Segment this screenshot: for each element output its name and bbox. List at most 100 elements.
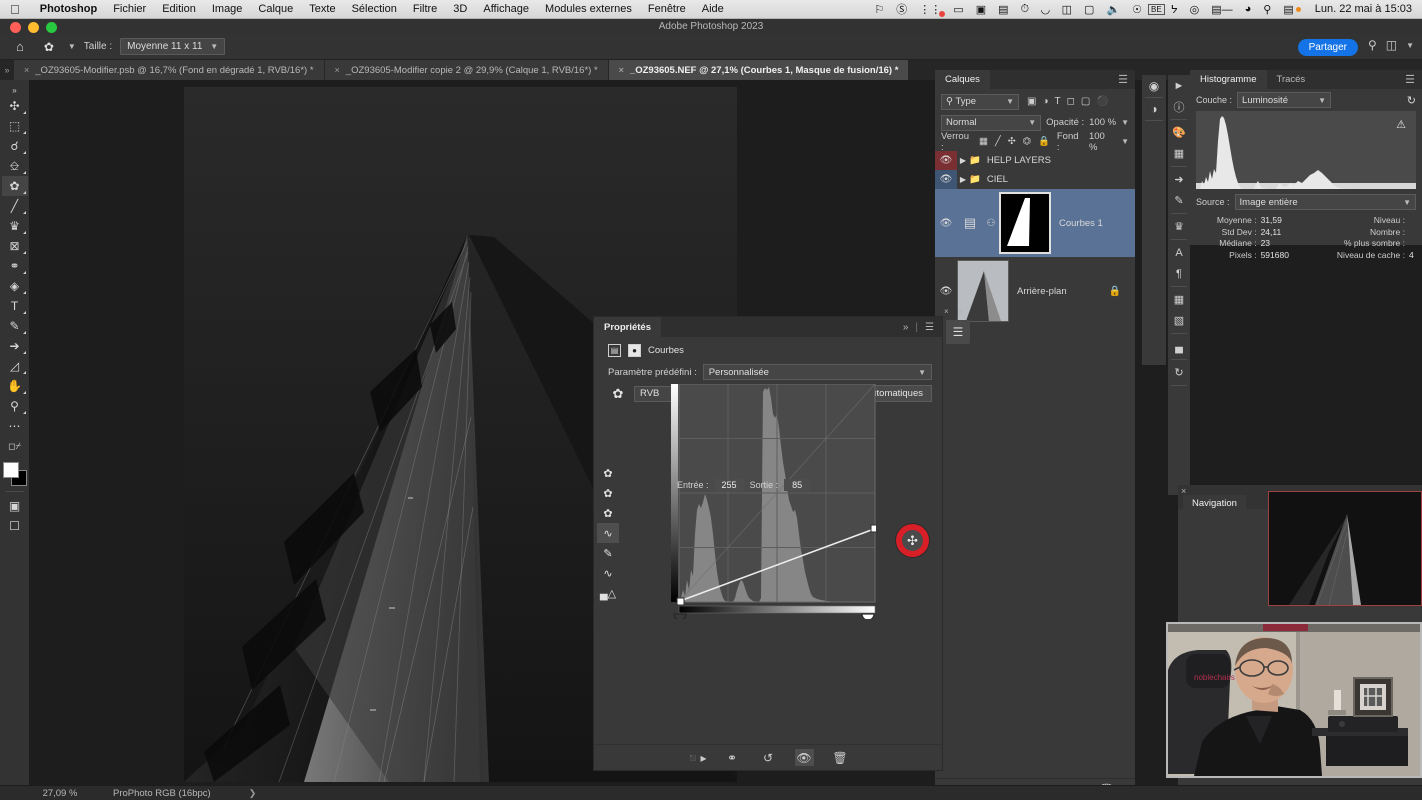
volume-icon[interactable]: 🔈: [1100, 3, 1126, 16]
smartobject-filter-icon[interactable]: ▢: [1081, 96, 1090, 107]
screenshot-icon[interactable]: ▣: [970, 3, 992, 16]
play-icon[interactable]: ►: [1168, 75, 1190, 96]
tab-calques[interactable]: Calques: [935, 70, 990, 89]
swap-colors-icon[interactable]: ◻⌿: [2, 436, 28, 456]
white-point-eyedropper-icon[interactable]: ✿: [597, 503, 619, 523]
gray-point-eyedropper-icon[interactable]: ✿: [597, 483, 619, 503]
eraser-icon[interactable]: ⊠: [2, 236, 28, 256]
navigator-thumbnail[interactable]: [1268, 491, 1422, 606]
document-tab-1[interactable]: × _OZ93605-Modifier.psb @ 16,7% (Fond en…: [14, 60, 325, 80]
chevron-down-icon[interactable]: ▼: [1121, 118, 1129, 127]
adjustment-filter-icon[interactable]: ◑: [1042, 96, 1048, 107]
histogram-icon[interactable]: ▄: [1168, 336, 1190, 357]
panel-menu-icon[interactable]: ☰: [1111, 70, 1135, 89]
curves-graph[interactable]: [671, 384, 876, 619]
menu-item-image[interactable]: Image: [204, 3, 251, 15]
color-wheel-icon[interactable]: ◉: [1142, 75, 1166, 97]
screen-mode-icon[interactable]: ☐: [2, 516, 28, 536]
zoom-icon[interactable]: ⚲: [2, 396, 28, 416]
menu-item-edition[interactable]: Edition: [154, 3, 204, 15]
cached-data-warning-icon[interactable]: ⚠: [1396, 118, 1406, 131]
actions-icon[interactable]: ➜: [1168, 169, 1190, 190]
hand-icon[interactable]: ✋: [2, 376, 28, 396]
tab-navigation[interactable]: Navigation: [1183, 495, 1246, 512]
window-controls[interactable]: [10, 22, 57, 33]
type-filter-icon[interactable]: T: [1055, 96, 1061, 107]
clone-stamp-icon[interactable]: ♛: [2, 216, 28, 236]
toggle-view-icon[interactable]: ⚭: [723, 749, 742, 766]
eye-icon[interactable]: 👁: [935, 286, 957, 297]
adjustments-presets-button[interactable]: ☰: [946, 320, 970, 344]
lock-transparency-icon[interactable]: ▦: [979, 136, 988, 147]
refresh-icon[interactable]: ↻: [1407, 94, 1416, 107]
workspace-icon[interactable]: ◫: [1386, 38, 1397, 52]
panel-menu-icon[interactable]: ☰: [925, 322, 934, 333]
info-icon[interactable]: ⓘ: [1168, 96, 1190, 117]
display-icon[interactable]: ▢: [1078, 3, 1100, 16]
close-icon[interactable]: ×: [335, 65, 340, 75]
menu-item-fichier[interactable]: Fichier: [105, 3, 154, 15]
curve-point-tool-icon[interactable]: ∿: [597, 523, 619, 543]
layer-row[interactable]: 👁 ▶ 📁 HELP LAYERS: [935, 151, 1135, 170]
controlcenter-icon[interactable]: ▤: [1277, 3, 1306, 16]
dnd-icon[interactable]: Ⓢ: [890, 1, 913, 17]
document-tab-3[interactable]: × _OZ93605.NEF @ 27,1% (Courbes 1, Masqu…: [608, 60, 910, 80]
paragraph-icon[interactable]: ¶: [1168, 263, 1190, 284]
close-icon[interactable]: ×: [944, 307, 949, 316]
bluetooth-icon[interactable]: ᔭ: [1165, 3, 1184, 16]
marquee-icon[interactable]: ⬚: [2, 116, 28, 136]
pencil-draw-curve-icon[interactable]: ✎: [597, 543, 619, 563]
lock-image-icon[interactable]: ╱: [995, 136, 1001, 147]
close-icon[interactable]: ×: [619, 65, 624, 75]
filter-type-select[interactable]: ⚲ Type ▼: [941, 93, 1019, 110]
eyedropper-icon[interactable]: ✿: [38, 38, 60, 56]
fill-value[interactable]: 100 %: [1089, 131, 1114, 153]
close-window-button[interactable]: [10, 22, 21, 33]
lock-position-icon[interactable]: ✣: [1008, 136, 1016, 147]
sample-size-select[interactable]: Moyenne 11 x 11 ▼: [120, 38, 226, 55]
share-button[interactable]: Partager: [1297, 39, 1358, 56]
quick-mask-icon[interactable]: ▣: [2, 496, 28, 516]
adjustments-icon[interactable]: ◑: [1142, 98, 1166, 120]
visibility-icon[interactable]: 👁: [794, 749, 814, 766]
color-swatches[interactable]: [2, 461, 28, 487]
opacity-value[interactable]: 100 %: [1089, 117, 1116, 128]
menu-bar-clock[interactable]: Lun. 22 mai à 15:03: [1307, 3, 1414, 15]
paint-bucket-icon[interactable]: ◈: [2, 276, 28, 296]
layer-row[interactable]: 👁 ▤ ⚇ Courbes 1: [935, 189, 1135, 257]
object-select-icon[interactable]: ⎒: [2, 156, 28, 176]
menu-item-selection[interactable]: Sélection: [344, 3, 405, 15]
binoculars-icon[interactable]: ◟◞: [1035, 3, 1056, 16]
curves-icon[interactable]: ▤: [608, 344, 621, 357]
double-chevron-icon[interactable]: »: [903, 322, 909, 333]
layer-thumbnail[interactable]: [957, 260, 1009, 322]
path-select-icon[interactable]: ➔: [2, 336, 28, 356]
link-mask-icon[interactable]: ⚇: [983, 218, 999, 229]
menu-item-fenetre[interactable]: Fenêtre: [640, 3, 694, 15]
smooth-curve-icon[interactable]: ∿: [597, 563, 619, 583]
menu-app-name[interactable]: Photoshop: [32, 3, 105, 15]
wifi-icon[interactable]: ◕: [1239, 3, 1258, 15]
menu-item-3d[interactable]: 3D: [445, 3, 475, 15]
toggle-filter-icon[interactable]: ⚫: [1096, 96, 1108, 107]
eye-icon[interactable]: 👁: [935, 151, 957, 170]
reset-icon[interactable]: ↺: [759, 749, 778, 766]
eye-icon[interactable]: 👁: [935, 170, 957, 189]
notes-icon[interactable]: ▦: [1168, 289, 1190, 310]
document-tab-2[interactable]: × _OZ93605-Modifier copie 2 @ 29,9% (Cal…: [324, 60, 609, 80]
layer-comps-icon[interactable]: ▧: [1168, 310, 1190, 331]
shape-filter-icon[interactable]: ◻: [1067, 96, 1075, 107]
preset-select[interactable]: Personnalisée ▼: [702, 364, 932, 380]
mask-icon[interactable]: ●: [628, 344, 641, 357]
blend-mode-select[interactable]: Normal ▼: [941, 114, 1042, 131]
menu-item-calque[interactable]: Calque: [250, 3, 301, 15]
swatches-icon[interactable]: 🎨: [1168, 122, 1190, 143]
screen-record-icon[interactable]: ▭: [947, 3, 969, 16]
menu-item-filtre[interactable]: Filtre: [405, 3, 445, 15]
minimize-window-button[interactable]: [28, 22, 39, 33]
notifications-icon[interactable]: ⋮⋮: [913, 3, 947, 17]
keyboard-layout-icon[interactable]: BE: [1148, 3, 1165, 15]
chevron-right-icon[interactable]: ❯: [211, 788, 257, 799]
chevron-down-icon[interactable]: ▼: [1121, 137, 1129, 146]
black-point-eyedropper-icon[interactable]: ✿: [597, 463, 619, 483]
